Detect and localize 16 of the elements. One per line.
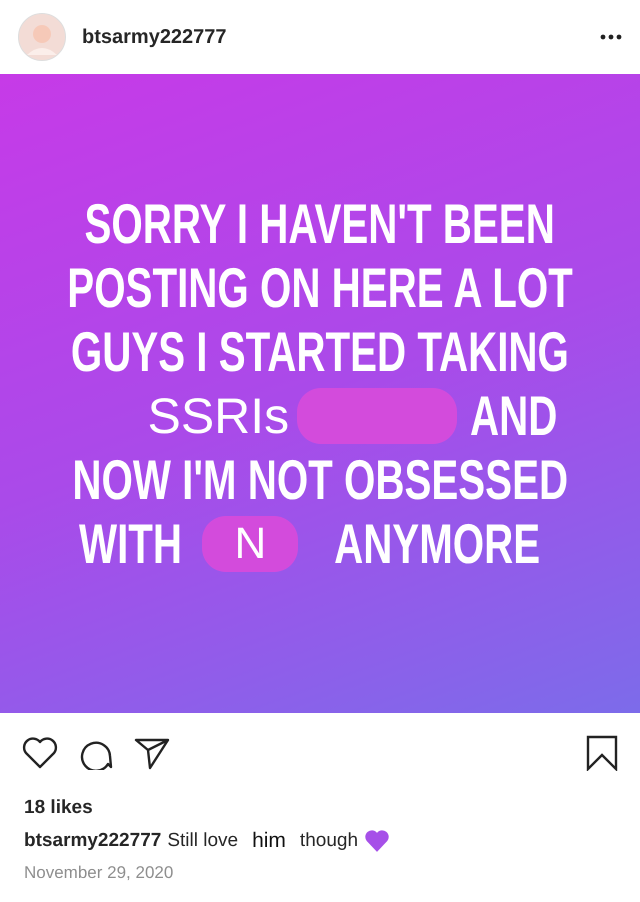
likes-count[interactable]: 18 likes	[24, 797, 93, 819]
post-text: POSTING ON HERE A LOT	[67, 255, 573, 320]
scribble-patch: N	[202, 516, 298, 572]
overlay-text: SSRIs	[147, 386, 290, 444]
post-text: WITH	[79, 511, 182, 576]
caption-text: him	[252, 829, 286, 853]
post-text: AND	[470, 383, 558, 448]
post-text: ANYMORE	[334, 511, 541, 576]
post-text: SORRY I HAVEN'T BEEN	[84, 191, 556, 256]
post-text: NOW I'M NOT OBSESSED	[72, 447, 568, 512]
caption-username[interactable]: btsarmy222777	[24, 830, 162, 852]
username[interactable]: btsarmy222777	[82, 26, 227, 48]
caption-text: though	[300, 830, 358, 852]
post-date: November 29, 2020	[24, 863, 174, 883]
post-text: GUYS I STARTED TAKING	[70, 319, 569, 384]
caption-text: Still love	[167, 830, 238, 852]
